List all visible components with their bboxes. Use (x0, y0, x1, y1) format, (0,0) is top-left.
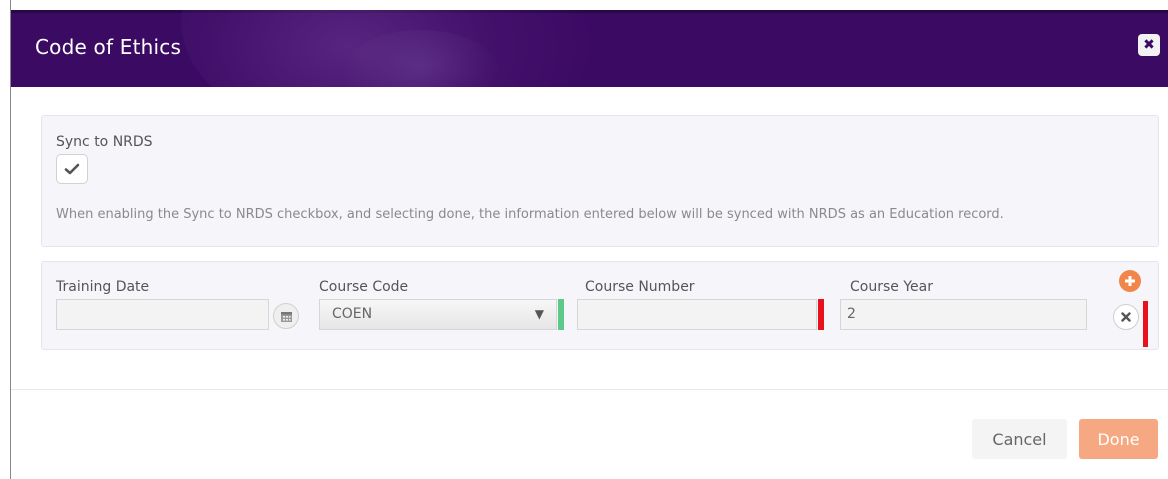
calendar-button[interactable] (273, 303, 299, 329)
sync-panel: Sync to NRDS When enabling the Sync to N… (41, 115, 1159, 247)
course-code-value: COEN (332, 306, 373, 322)
modal-header: Code of Ethics ✖ (11, 10, 1168, 87)
training-date-label: Training Date (56, 279, 150, 295)
cancel-button[interactable]: Cancel (972, 419, 1067, 459)
check-icon (64, 163, 80, 175)
sync-checkbox[interactable] (56, 154, 88, 184)
course-year-input[interactable]: 2 (840, 299, 1087, 330)
code-of-ethics-modal: Code of Ethics ✖ Sync to NRDS When enabl… (10, 0, 1168, 479)
caret-down-icon: ▼ (534, 307, 544, 321)
training-date-input[interactable] (56, 299, 269, 330)
course-year-label: Course Year (850, 279, 933, 295)
x-icon (1121, 312, 1131, 322)
course-code-select[interactable]: COEN ▼ (319, 299, 557, 330)
remove-row-button[interactable] (1113, 304, 1139, 330)
course-number-input[interactable] (577, 299, 817, 330)
close-button[interactable]: ✖ (1138, 34, 1160, 56)
course-code-valid-indicator (558, 299, 564, 330)
add-row-button[interactable] (1119, 270, 1141, 292)
education-row: Training Date Course Code COEN ▼ Course … (41, 261, 1159, 350)
footer-divider (11, 389, 1168, 390)
calendar-icon (280, 311, 292, 322)
close-icon: ✖ (1143, 37, 1155, 53)
course-number-required-indicator (818, 299, 824, 330)
done-button[interactable]: Done (1079, 419, 1158, 459)
sync-help-text: When enabling the Sync to NRDS checkbox,… (56, 207, 1004, 222)
plus-icon (1125, 276, 1135, 286)
course-number-label: Course Number (585, 279, 695, 295)
modal-title: Code of Ethics (35, 35, 182, 59)
sync-label: Sync to NRDS (56, 134, 153, 150)
course-code-label: Course Code (319, 279, 409, 295)
row-required-indicator (1143, 301, 1148, 347)
